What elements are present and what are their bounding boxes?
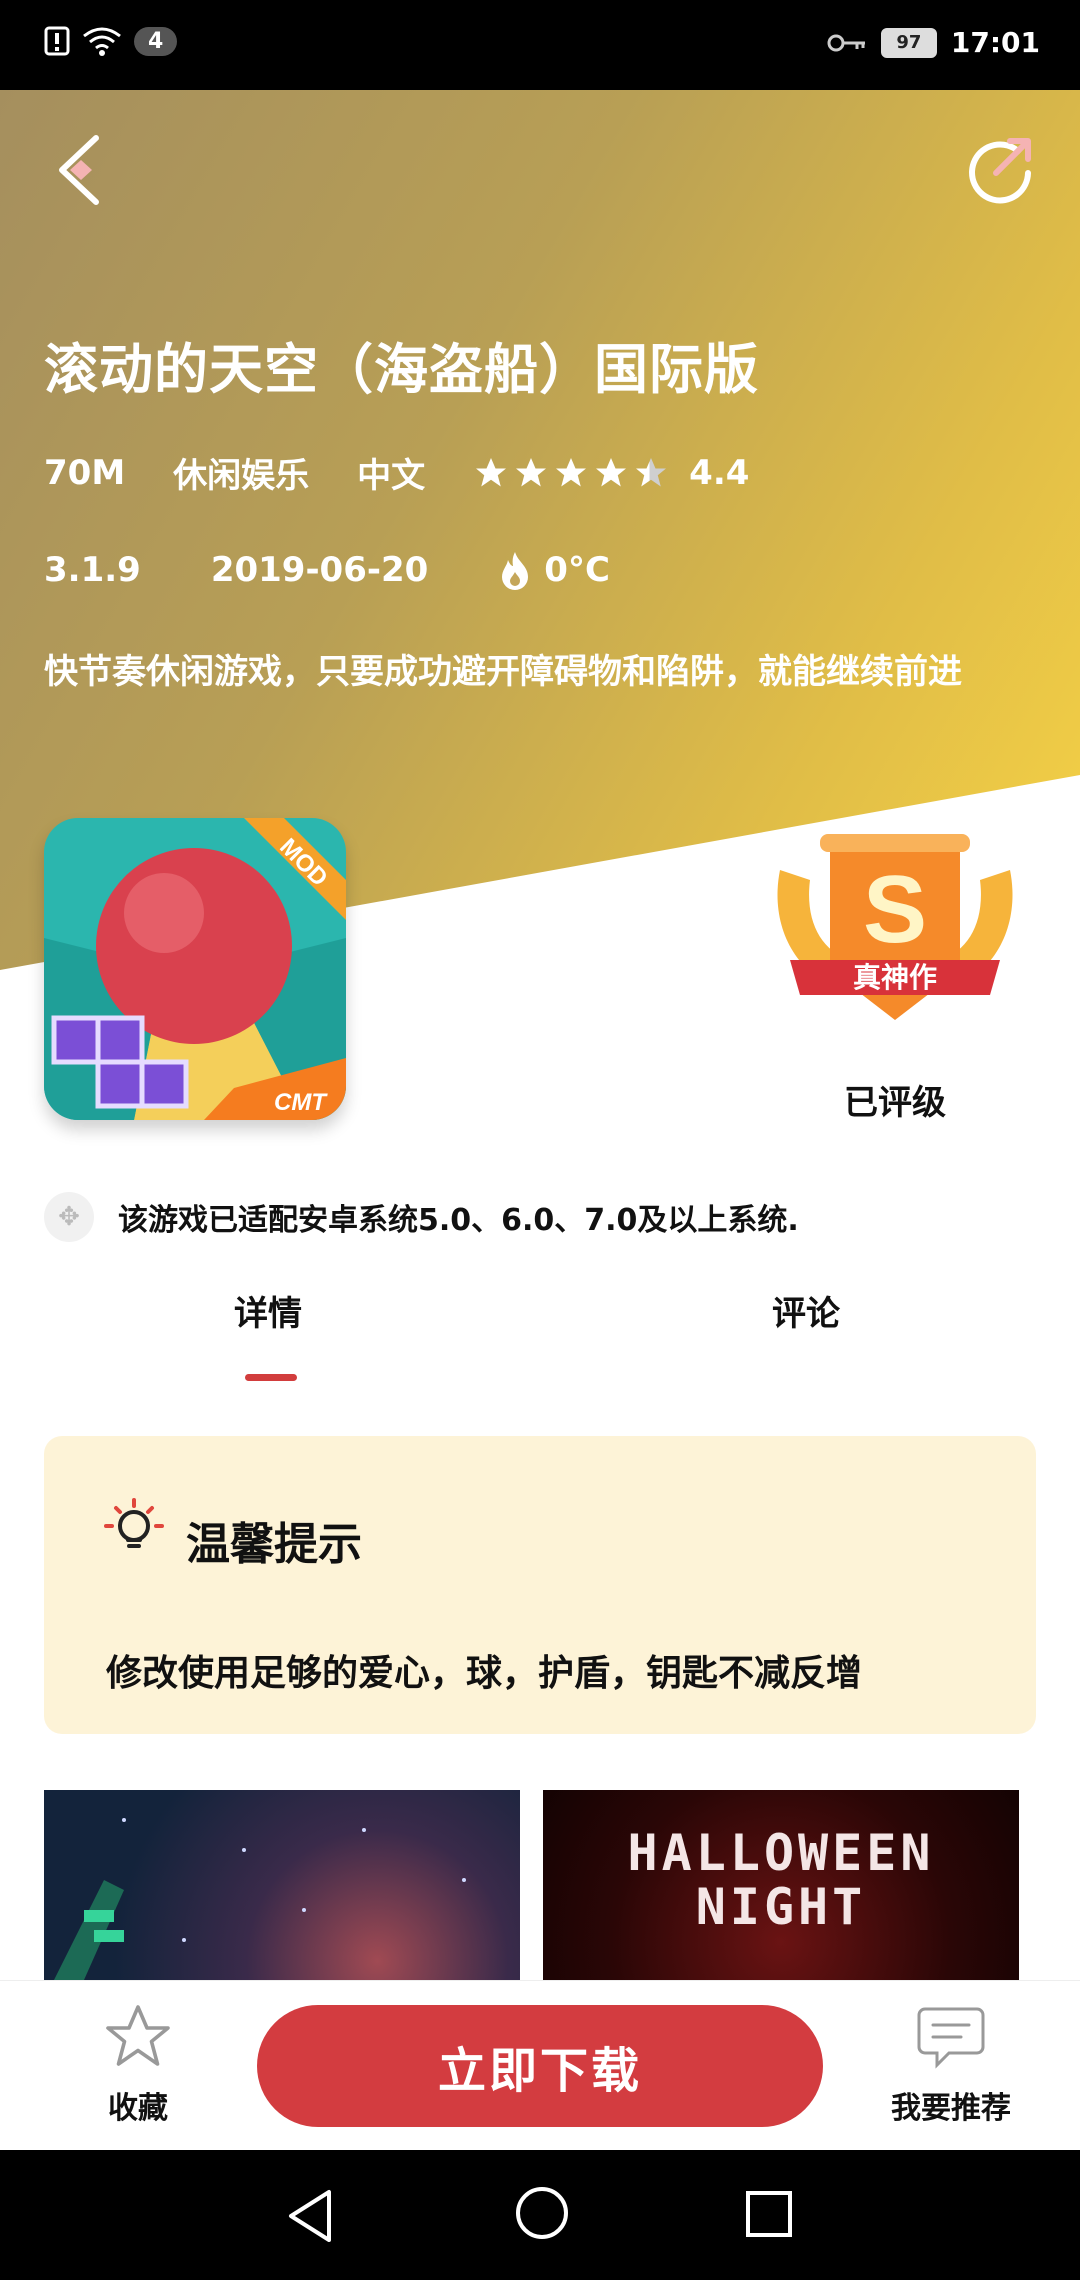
star-icon xyxy=(596,457,627,486)
screenshot-1[interactable] xyxy=(44,1790,520,1980)
award-ribbon: 真神作 xyxy=(853,961,937,994)
flame-icon xyxy=(502,552,529,590)
download-button[interactable]: 立即下载 xyxy=(257,2005,823,2127)
rated-label: 已评级 xyxy=(844,1083,946,1123)
star-outline-icon xyxy=(106,2005,170,2066)
nav-back-icon[interactable] xyxy=(285,2188,335,2244)
game-heat: 0°C xyxy=(498,550,610,590)
compat-text: 该游戏已适配安卓系统5.0、6.0、7.0及以上系统. xyxy=(118,1203,799,1238)
temperature: 0°C xyxy=(544,550,610,590)
compat-notice: ✥ 该游戏已适配安卓系统5.0、6.0、7.0及以上系统. xyxy=(44,1192,799,1242)
tip-title: 温馨提示 xyxy=(186,1519,362,1570)
game-category: 休闲娱乐 xyxy=(173,456,310,496)
icon-brand: CMT xyxy=(274,1089,328,1116)
star-icon xyxy=(556,457,587,486)
tab-comments[interactable]: 评论 xyxy=(772,1286,840,1335)
favorite-label: 收藏 xyxy=(108,2091,168,2126)
award-letter: S xyxy=(863,856,927,963)
bottom-action-bar: 收藏 立即下载 我要推荐 xyxy=(0,1980,1080,2151)
game-icon-art: CMT MOD xyxy=(44,818,346,1120)
recommend-label: 我要推荐 xyxy=(891,2091,1011,2126)
screenshot-2[interactable]: HALLOWEEN NIGHT xyxy=(543,1790,1019,1980)
game-date: 2019-06-20 xyxy=(210,550,429,590)
back-icon[interactable] xyxy=(48,130,118,210)
lightbulb-icon xyxy=(104,1498,164,1548)
rating-stars xyxy=(473,455,669,491)
system-nav-bar xyxy=(0,2150,1080,2280)
game-meta-row-2: 3.1.9 2019-06-20 0°C xyxy=(44,550,680,590)
screenshot-1-art xyxy=(54,1818,466,1980)
tip-text: 修改使用足够的爱心，球，护盾，钥匙不减反增 xyxy=(106,1653,863,1694)
star-icon xyxy=(476,457,507,486)
game-language: 中文 xyxy=(357,456,426,496)
screenshot-2-text: HALLOWEEN NIGHT xyxy=(627,1824,935,1936)
rating-value: 4.4 xyxy=(689,452,750,493)
game-size: 70M xyxy=(44,452,126,493)
star-half-icon xyxy=(636,457,667,486)
game-meta-row: 70M 休闲娱乐 中文 4.4 xyxy=(44,448,797,497)
favorite-button[interactable]: 收藏 xyxy=(88,2001,188,2127)
game-version: 3.1.9 xyxy=(44,550,141,590)
tab-bar: 详情 评论 xyxy=(0,1286,1080,1386)
tab-active-indicator xyxy=(245,1374,297,1381)
award-badge: S 真神作 xyxy=(777,834,1013,1020)
recommend-button[interactable]: 我要推荐 xyxy=(876,2001,1026,2127)
star-icon xyxy=(516,457,547,486)
share-icon[interactable] xyxy=(966,135,1036,205)
chat-icon xyxy=(917,2007,985,2069)
game-title: 滚动的天空（海盗船）国际版 xyxy=(44,338,759,401)
tab-details[interactable]: 详情 xyxy=(234,1286,302,1335)
tip-card: 温馨提示 修改使用足够的爱心，球，护盾，钥匙不减反增 xyxy=(44,1436,1036,1734)
android-icon: ✥ xyxy=(44,1192,94,1242)
nav-home-icon[interactable] xyxy=(515,2186,569,2240)
game-icon: CMT MOD xyxy=(44,818,346,1120)
game-description: 快节奏休闲游戏，只要成功避开障碍物和陷阱，就能继续前进 xyxy=(44,652,962,692)
nav-recent-icon[interactable] xyxy=(745,2190,793,2238)
